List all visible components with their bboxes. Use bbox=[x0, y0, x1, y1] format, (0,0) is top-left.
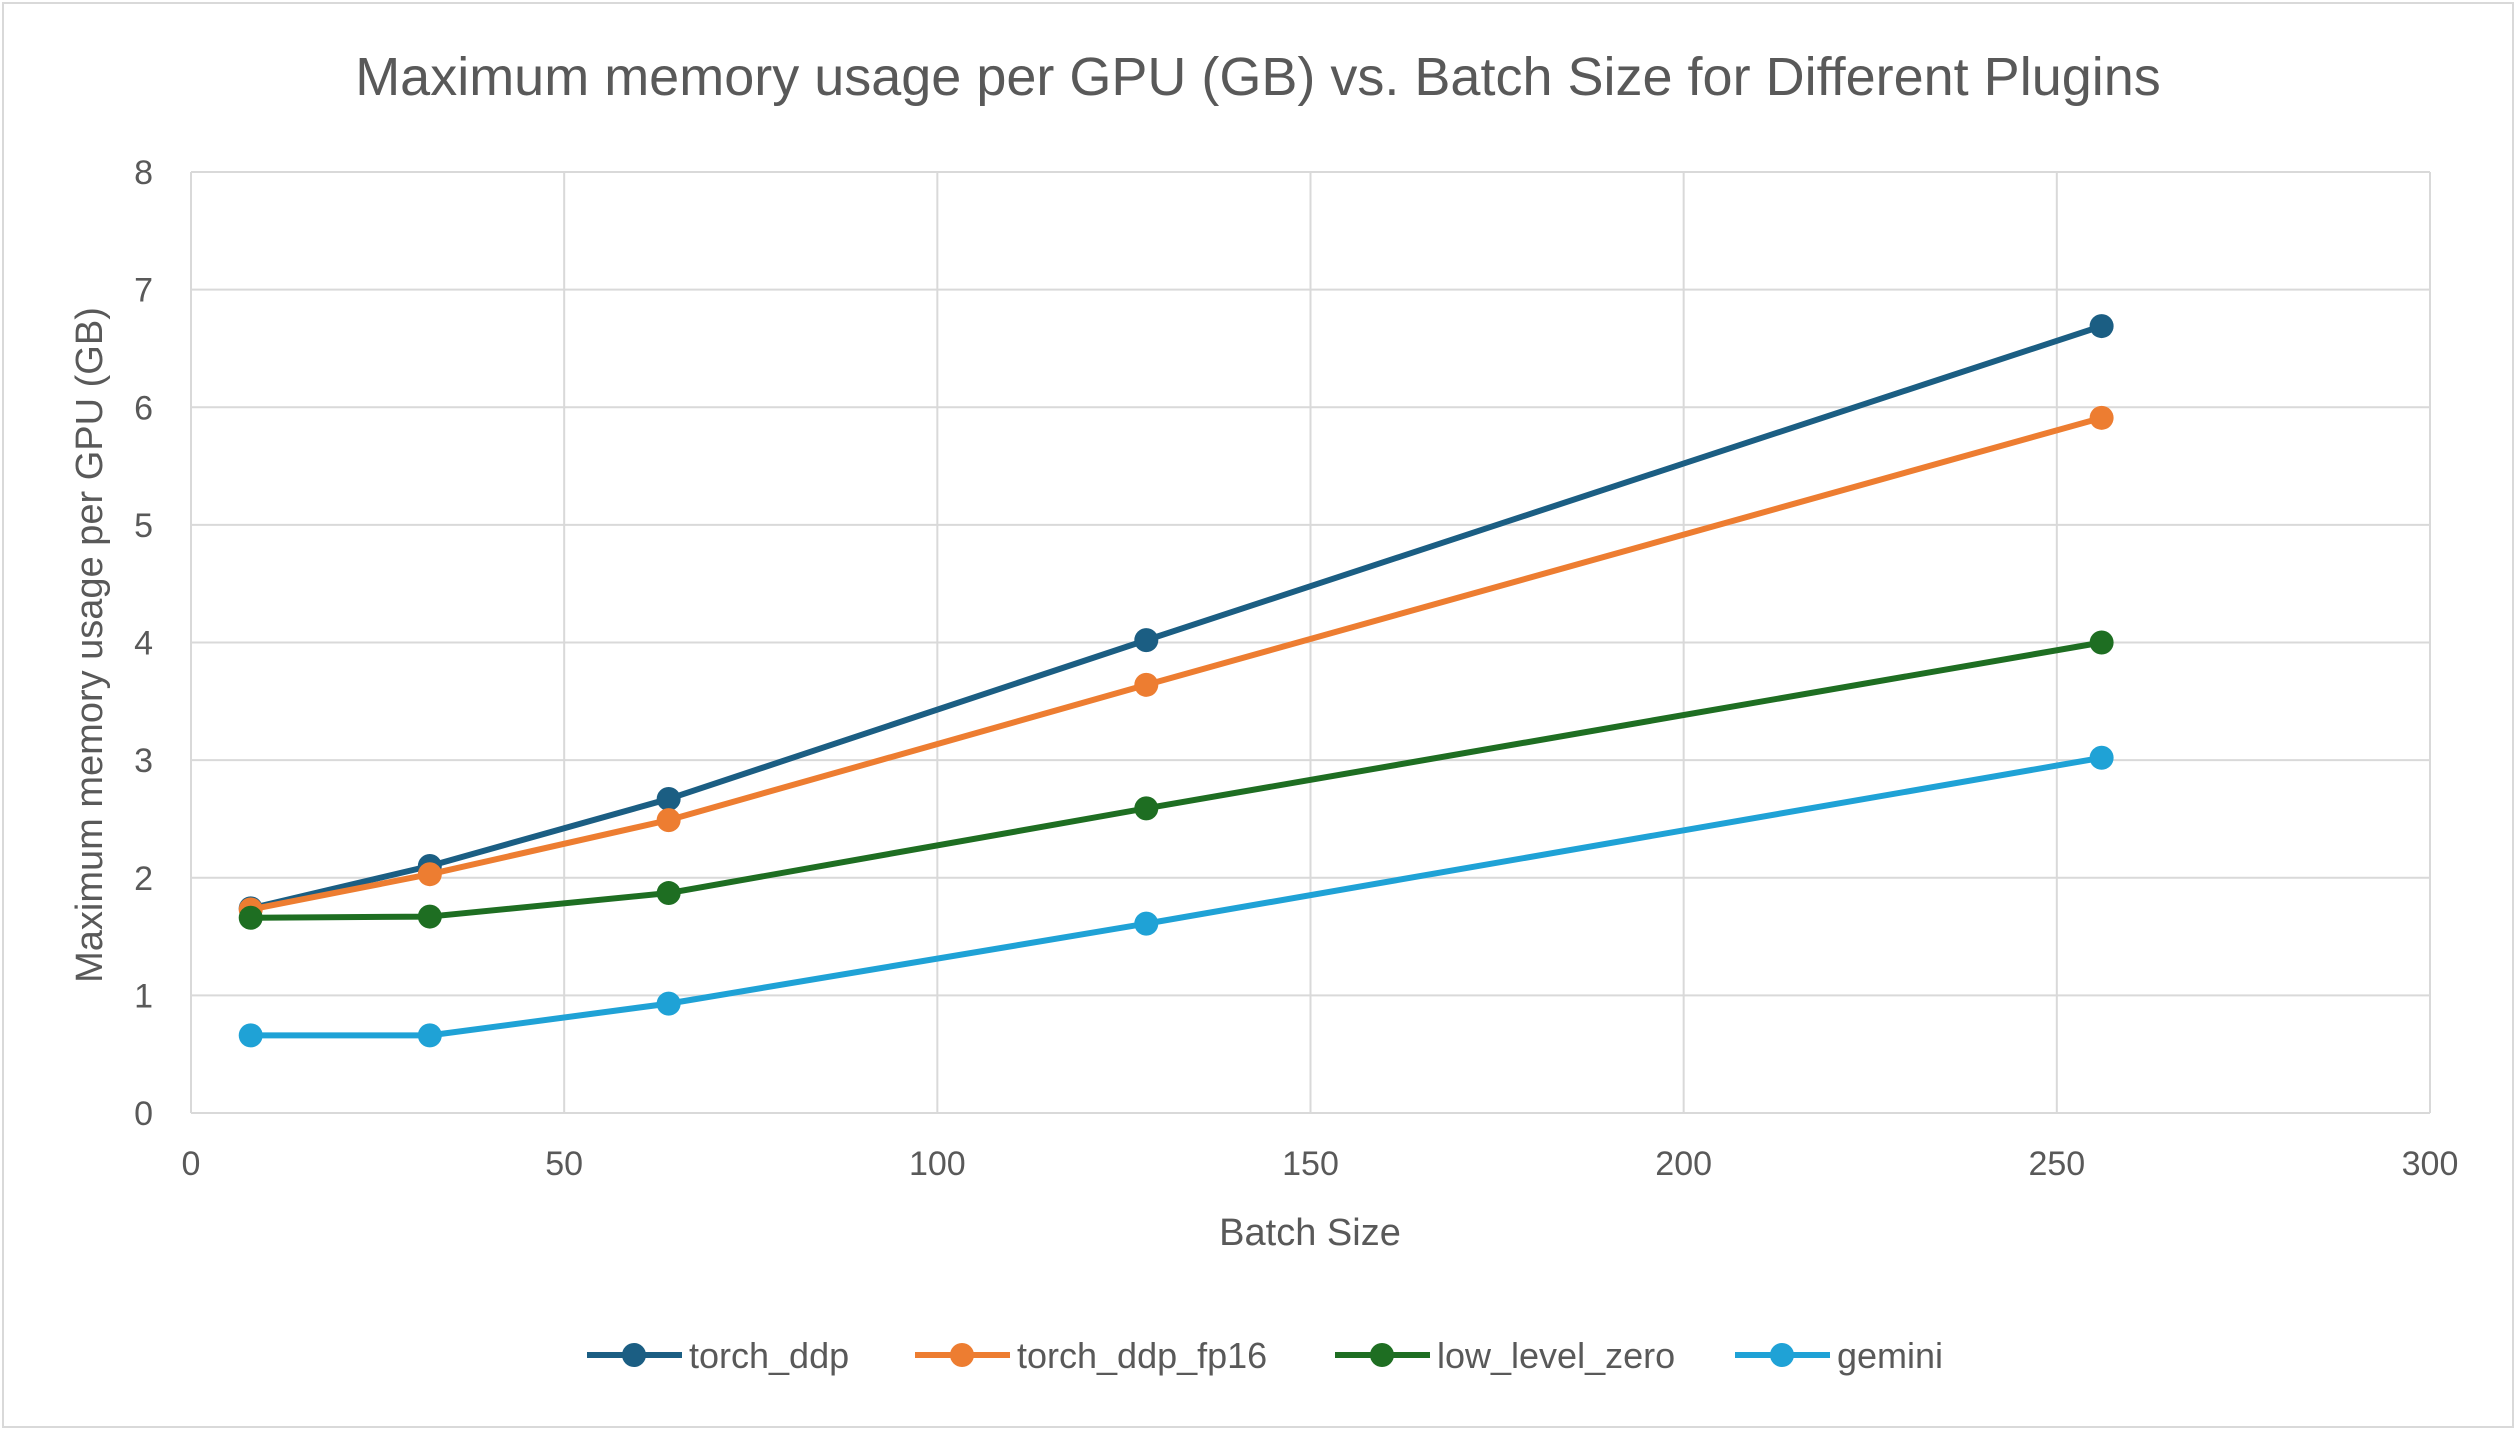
data-point-low_level_zero-1 bbox=[417, 904, 442, 929]
legend-item-torch_ddp[interactable]: torch_ddp bbox=[587, 1335, 849, 1376]
series-gemini bbox=[238, 745, 2114, 1048]
y-tick-label-8: 8 bbox=[134, 154, 153, 192]
legend[interactable]: torch_ddp torch_ddp_fp16 low_level_zero gem… bbox=[587, 1335, 1943, 1376]
data-point-low_level_zero-3 bbox=[1134, 796, 1159, 821]
series-torch_ddp bbox=[238, 314, 2114, 921]
data-point-torch_ddp-4 bbox=[2089, 314, 2114, 339]
x-axis-ticks: 0 50 100 150 200 250 300 bbox=[182, 1145, 2459, 1183]
legend-label-gemini: gemini bbox=[1837, 1335, 1943, 1376]
data-point-torch_ddp-2 bbox=[656, 786, 681, 811]
data-point-torch_ddp_fp16-3 bbox=[1134, 672, 1159, 697]
legend-label-low_level_zero: low_level_zero bbox=[1437, 1335, 1675, 1376]
legend-label-torch_ddp_fp16: torch_ddp_fp16 bbox=[1017, 1335, 1267, 1376]
y-tick-label-2: 2 bbox=[134, 860, 153, 898]
data-point-torch_ddp_fp16-2 bbox=[656, 808, 681, 833]
y-tick-label-7: 7 bbox=[134, 272, 153, 310]
x-tick-label-6: 300 bbox=[2402, 1145, 2459, 1183]
legend-item-low_level_zero[interactable]: low_level_zero bbox=[1335, 1335, 1675, 1376]
data-point-gemini-4 bbox=[2089, 745, 2114, 770]
data-point-gemini-0 bbox=[238, 1023, 263, 1048]
data-point-gemini-2 bbox=[656, 991, 681, 1016]
x-tick-label-5: 250 bbox=[2028, 1145, 2085, 1183]
data-point-torch_ddp_fp16-4 bbox=[2089, 405, 2114, 430]
legend-item-torch_ddp_fp16[interactable]: torch_ddp_fp16 bbox=[915, 1335, 1267, 1376]
y-tick-label-5: 5 bbox=[134, 507, 153, 545]
data-point-low_level_zero-4 bbox=[2089, 630, 2114, 655]
x-tick-label-3: 150 bbox=[1282, 1145, 1339, 1183]
x-tick-label-4: 200 bbox=[1655, 1145, 1712, 1183]
data-point-torch_ddp-3 bbox=[1134, 628, 1159, 653]
series-line-low_level_zero bbox=[250, 639, 2103, 921]
legend-swatch-marker-gemini bbox=[1770, 1343, 1794, 1367]
line-chart: Maximum memory usage per GPU (GB) vs. Ba… bbox=[69, 47, 2459, 1376]
x-tick-label-2: 100 bbox=[909, 1145, 966, 1183]
data-point-torch_ddp_fp16-1 bbox=[417, 862, 442, 887]
y-tick-label-4: 4 bbox=[134, 625, 153, 663]
y-tick-label-0: 0 bbox=[134, 1095, 153, 1133]
series-line-torch_ddp bbox=[250, 323, 2103, 912]
x-tick-label-1: 50 bbox=[545, 1145, 583, 1183]
y-tick-label-1: 1 bbox=[134, 977, 153, 1015]
data-point-low_level_zero-0 bbox=[238, 905, 263, 930]
legend-swatch-marker-torch_ddp_fp16 bbox=[950, 1343, 974, 1367]
y-tick-label-3: 3 bbox=[134, 742, 153, 780]
y-axis-title: Maximum memory usage per GPU (GB) bbox=[69, 307, 111, 983]
series-line-gemini bbox=[250, 754, 2103, 1039]
legend-label-torch_ddp: torch_ddp bbox=[689, 1335, 849, 1376]
x-axis-title: Batch Size bbox=[1219, 1212, 1401, 1254]
chart-title: Maximum memory usage per GPU (GB) vs. Ba… bbox=[355, 47, 2161, 107]
data-point-low_level_zero-2 bbox=[656, 881, 681, 906]
data-point-gemini-1 bbox=[417, 1023, 442, 1048]
series-torch_ddp_fp16 bbox=[238, 405, 2114, 922]
y-axis-ticks: 0 1 2 3 4 5 6 7 8 bbox=[134, 154, 153, 1133]
legend-item-gemini[interactable]: gemini bbox=[1735, 1335, 1943, 1376]
series-lines bbox=[238, 314, 2114, 1048]
legend-swatch-marker-torch_ddp bbox=[622, 1343, 646, 1367]
data-point-gemini-3 bbox=[1134, 911, 1159, 936]
x-tick-label-0: 0 bbox=[182, 1145, 201, 1183]
legend-swatch-marker-low_level_zero bbox=[1370, 1343, 1394, 1367]
y-tick-label-6: 6 bbox=[134, 389, 153, 427]
